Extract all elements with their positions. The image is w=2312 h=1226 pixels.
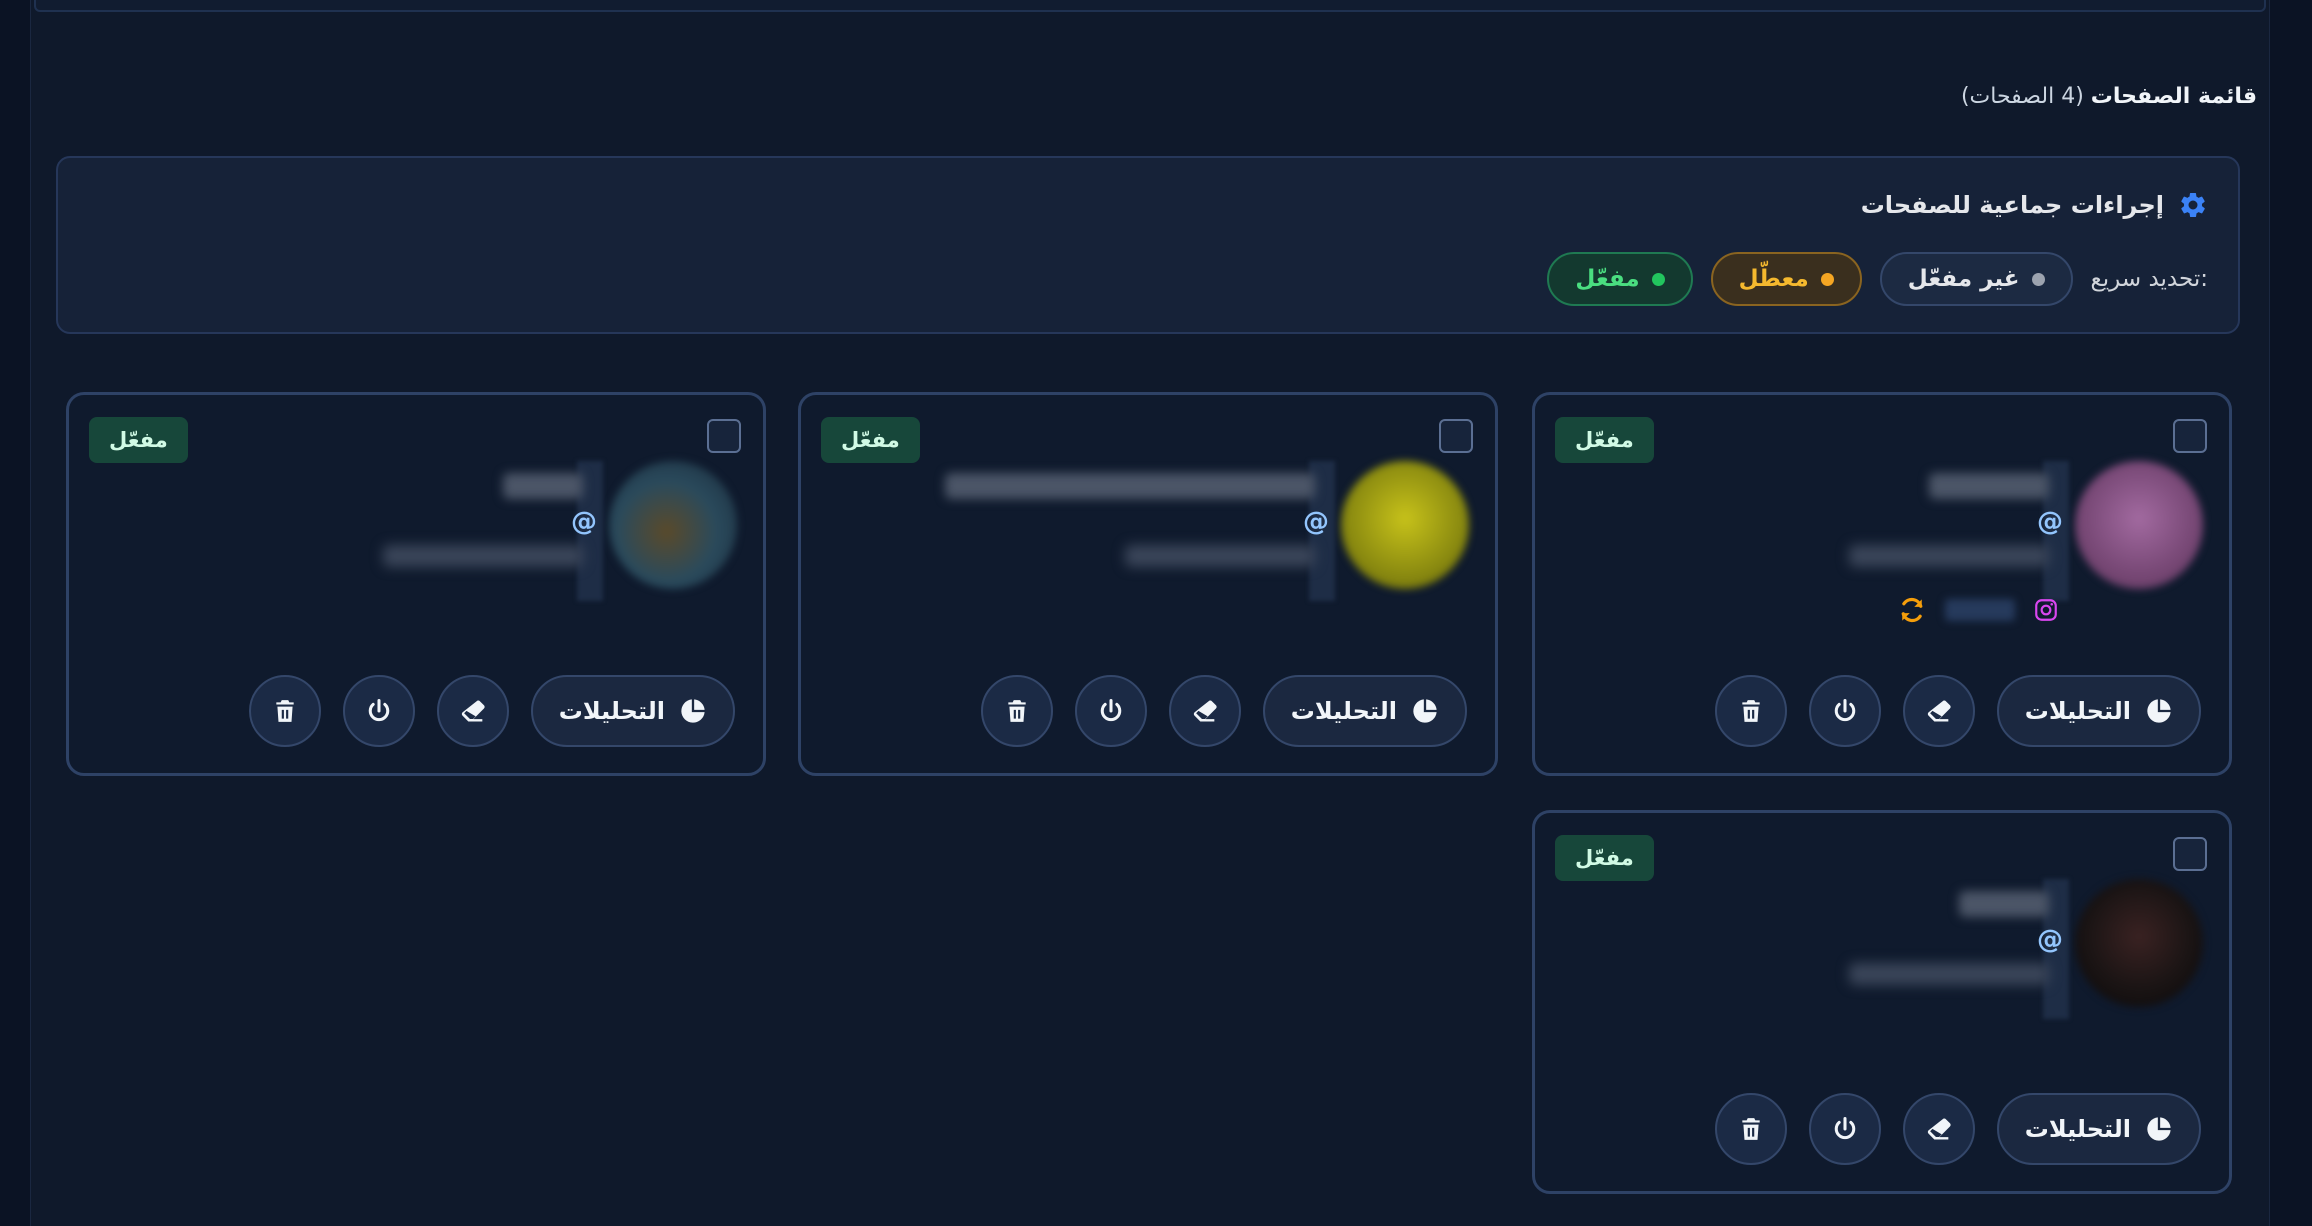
avatar xyxy=(2075,461,2203,589)
eraser-icon xyxy=(1191,697,1219,725)
analytics-label: التحليلات xyxy=(558,697,665,725)
trash-icon xyxy=(1004,698,1030,724)
section-title-text: قائمة الصفحات xyxy=(2090,84,2257,109)
status-badge: مفعّل xyxy=(1555,835,1654,881)
card-actions: التحليلات xyxy=(1714,675,2201,747)
power-icon xyxy=(1831,1115,1859,1143)
bulk-actions-header: إجراءات جماعية للصفحات xyxy=(1861,190,2208,220)
status-badge: مفعّل xyxy=(821,417,920,463)
analytics-button[interactable]: التحليلات xyxy=(1996,675,2201,747)
eraser-icon xyxy=(1925,697,1953,725)
quick-select-label: تحديد سريع: xyxy=(2090,266,2208,292)
card-actions: التحليلات xyxy=(1714,1093,2201,1165)
linked-accounts-row xyxy=(1897,595,2059,625)
top-strip xyxy=(34,0,2266,12)
section-count: (4 الصفحات) xyxy=(1960,84,2084,109)
quick-select-row: تحديد سريع: غير مفعّل معطّل مفعّل xyxy=(1547,252,2208,306)
delete-button[interactable] xyxy=(1714,675,1787,747)
select-inactive-button[interactable]: غير مفعّل xyxy=(1879,252,2073,306)
power-icon xyxy=(1097,697,1125,725)
at-icon: @ xyxy=(2037,925,2063,955)
power-icon xyxy=(1831,697,1859,725)
page-select-checkbox[interactable] xyxy=(2173,837,2207,871)
bulk-actions-title: إجراءات جماعية للصفحات xyxy=(1860,191,2164,219)
analytics-label: التحليلات xyxy=(2024,697,2131,725)
analytics-button[interactable]: التحليلات xyxy=(1996,1093,2201,1165)
at-icon: @ xyxy=(2037,507,2063,537)
blurred-username xyxy=(1849,963,2049,985)
avatar xyxy=(2075,879,2203,1007)
at-icon: @ xyxy=(571,507,597,537)
eraser-icon xyxy=(1925,1115,1953,1143)
blurred-page-name xyxy=(1959,891,2049,917)
blurred-instagram-handle xyxy=(1945,599,2015,621)
pie-chart-icon xyxy=(1411,697,1439,725)
select-inactive-label: غير مفعّل xyxy=(1907,266,2020,292)
page-card: مفعّل @ التحليلات xyxy=(66,392,766,776)
toggle-power-button[interactable] xyxy=(342,675,415,747)
page-card: مفعّل @ التحليلات xyxy=(1532,810,2232,1194)
orange-dot-icon xyxy=(1820,272,1834,286)
analytics-label: التحليلات xyxy=(2024,1115,2131,1143)
eraser-icon xyxy=(459,697,487,725)
green-dot-icon xyxy=(1651,272,1665,286)
select-enabled-label: مفعّل xyxy=(1575,266,1640,292)
page-select-checkbox[interactable] xyxy=(2173,419,2207,453)
toggle-power-button[interactable] xyxy=(1074,675,1147,747)
blurred-page-name xyxy=(503,473,583,499)
analytics-button[interactable]: التحليلات xyxy=(1262,675,1467,747)
delete-button[interactable] xyxy=(248,675,321,747)
status-badge: مفعّل xyxy=(89,417,188,463)
gray-dot-icon xyxy=(2031,272,2045,286)
at-icon: @ xyxy=(1303,507,1329,537)
card-actions: التحليلات xyxy=(248,675,735,747)
avatar xyxy=(1341,461,1469,589)
avatar xyxy=(609,461,737,589)
clear-button[interactable] xyxy=(1902,675,1975,747)
page-card: مفعّل @ التحليلات xyxy=(1532,392,2232,776)
toggle-power-button[interactable] xyxy=(1808,1093,1881,1165)
page-select-checkbox[interactable] xyxy=(1439,419,1473,453)
trash-icon xyxy=(1738,1116,1764,1142)
bulk-actions-box: إجراءات جماعية للصفحات تحديد سريع: غير م… xyxy=(56,156,2240,334)
gear-icon xyxy=(2178,190,2208,220)
blurred-username xyxy=(383,545,583,567)
page-select-checkbox[interactable] xyxy=(707,419,741,453)
analytics-label: التحليلات xyxy=(1290,697,1397,725)
clear-button[interactable] xyxy=(1168,675,1241,747)
blurred-username xyxy=(1125,545,1315,567)
section-title: قائمة الصفحات (4 الصفحات) xyxy=(1961,84,2257,109)
clear-button[interactable] xyxy=(436,675,509,747)
select-disabled-button[interactable]: معطّل xyxy=(1710,252,1862,306)
trash-icon xyxy=(272,698,298,724)
status-badge: مفعّل xyxy=(1555,417,1654,463)
clear-button[interactable] xyxy=(1902,1093,1975,1165)
sync-icon[interactable] xyxy=(1897,595,1927,625)
toggle-power-button[interactable] xyxy=(1808,675,1881,747)
power-icon xyxy=(365,697,393,725)
blurred-page-name xyxy=(945,473,1315,499)
pie-chart-icon xyxy=(2145,1115,2173,1143)
card-actions: التحليلات xyxy=(980,675,1467,747)
blurred-username xyxy=(1849,545,2049,567)
delete-button[interactable] xyxy=(1714,1093,1787,1165)
delete-button[interactable] xyxy=(980,675,1053,747)
analytics-button[interactable]: التحليلات xyxy=(530,675,735,747)
instagram-icon xyxy=(2033,597,2059,623)
blurred-page-name xyxy=(1929,473,2049,499)
pie-chart-icon xyxy=(2145,697,2173,725)
page-card: مفعّل @ التحليلات xyxy=(798,392,1498,776)
trash-icon xyxy=(1738,698,1764,724)
select-disabled-label: معطّل xyxy=(1738,266,1809,292)
select-enabled-button[interactable]: مفعّل xyxy=(1547,252,1693,306)
pie-chart-icon xyxy=(679,697,707,725)
